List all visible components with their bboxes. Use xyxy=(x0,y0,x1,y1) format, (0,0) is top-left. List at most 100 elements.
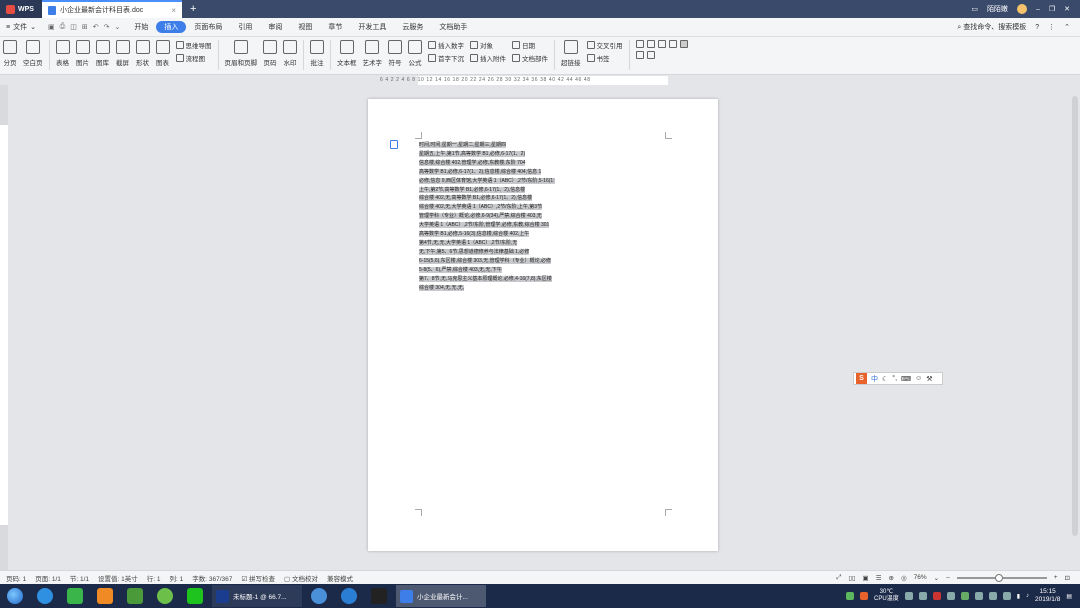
spell-check-toggle[interactable]: ☑ 拼写检查 xyxy=(241,573,275,583)
zoom-out-icon[interactable]: – xyxy=(946,574,950,581)
tab-section[interactable]: 章节 xyxy=(320,21,350,33)
new-tab-icon[interactable]: + xyxy=(190,3,196,15)
tab-review[interactable]: 审阅 xyxy=(260,21,290,33)
tray-icon[interactable] xyxy=(1002,592,1011,600)
taskbar-app-chrome[interactable] xyxy=(304,584,334,608)
tab-insert[interactable]: 插入 xyxy=(156,21,187,33)
vertical-ruler[interactable] xyxy=(0,85,8,570)
insert-attachment-button[interactable]: 插入附件 xyxy=(470,53,506,63)
comment-button[interactable]: 批注 xyxy=(307,40,327,67)
ime-toolbar[interactable]: S 中 ☾ °, ⌨ ☺ ⚒ xyxy=(853,372,943,385)
zoom-slider-thumb[interactable] xyxy=(994,573,1003,582)
minimize-icon[interactable]: – xyxy=(1036,6,1040,13)
wordart-button[interactable]: 艺术字 xyxy=(360,40,386,67)
fit-page-icon[interactable]: ⊡ xyxy=(1065,574,1070,582)
taskbar-app-ie[interactable] xyxy=(30,584,60,608)
web-view-icon[interactable]: ⊕ xyxy=(889,574,894,582)
tab-cloud[interactable]: 云服务 xyxy=(394,21,431,33)
symbol-button[interactable]: 符号 xyxy=(385,40,405,67)
user-name[interactable]: 陌陌嫩 xyxy=(987,4,1008,14)
tab-references[interactable]: 引用 xyxy=(230,21,260,33)
taskbar-app-player[interactable] xyxy=(60,584,90,608)
file-menu[interactable]: ≡ 文件 ⌄ xyxy=(0,22,42,32)
keyboard-icon[interactable]: ⌨ xyxy=(901,375,911,383)
fullscreen-icon[interactable]: ⤢ xyxy=(836,574,841,582)
blank-page-button[interactable]: 空白页 xyxy=(20,40,46,67)
status-row[interactable]: 行: 1 xyxy=(147,573,161,583)
more-icon[interactable]: ⋮ xyxy=(1048,23,1055,31)
layout-d-icon[interactable] xyxy=(668,40,677,48)
status-page-number[interactable]: 页码: 1 xyxy=(6,573,26,583)
taskbar-app-k[interactable] xyxy=(334,584,364,608)
close-tab-icon[interactable]: × xyxy=(171,6,176,15)
status-section[interactable]: 节: 1/1 xyxy=(70,573,89,583)
cpu-temp-widget[interactable]: 30℃ CPU温度 xyxy=(874,589,899,603)
mind-map-button[interactable]: 思维导图 xyxy=(175,40,212,50)
tray-icon[interactable] xyxy=(974,592,983,600)
save-icon[interactable]: ▣ xyxy=(48,23,55,31)
doc-check-toggle[interactable]: ▢ 文档校对 xyxy=(284,573,318,583)
picture-button[interactable]: 图片 xyxy=(73,40,93,67)
export-icon[interactable]: ⊞ xyxy=(82,23,88,31)
taskbar-app-sublime[interactable] xyxy=(90,584,120,608)
layout-e-icon[interactable] xyxy=(679,40,688,48)
taskbar-app-screen[interactable] xyxy=(364,584,394,608)
tab-developer[interactable]: 开发工具 xyxy=(350,21,394,33)
punctuation-icon[interactable]: °, xyxy=(892,375,897,382)
tray-icon[interactable] xyxy=(988,592,997,600)
notification-icon[interactable]: ▤ xyxy=(1066,593,1072,600)
zoom-in-icon[interactable]: + xyxy=(1054,574,1058,581)
print-icon[interactable]: ⎙ xyxy=(60,23,66,31)
eye-protect-icon[interactable]: ◎ xyxy=(901,574,907,582)
help-icon[interactable]: ? xyxy=(1035,24,1039,31)
hyperlink-button[interactable]: 超链接 xyxy=(558,40,584,67)
watermark-button[interactable]: 水印 xyxy=(280,40,300,67)
tray-icon[interactable] xyxy=(846,592,855,600)
taskbar-app-browser[interactable] xyxy=(150,584,180,608)
close-window-icon[interactable]: ✕ xyxy=(1064,5,1070,13)
zoom-level[interactable]: 76% xyxy=(914,574,927,581)
textbox-button[interactable]: 文本框 xyxy=(334,40,360,67)
page-number-button[interactable]: 页码 xyxy=(260,40,280,67)
layout-b-icon[interactable] xyxy=(646,40,655,48)
status-word-count[interactable]: 字数: 367/367 xyxy=(192,573,232,583)
undo-icon[interactable]: ↶ xyxy=(93,23,99,31)
tray-icon[interactable] xyxy=(932,592,941,600)
taskbar-app-dreamweaver[interactable] xyxy=(120,584,150,608)
preview-icon[interactable]: ◫ xyxy=(70,23,77,31)
user-icon[interactable]: ☺ xyxy=(915,375,922,382)
start-button[interactable] xyxy=(0,584,30,608)
redo-icon[interactable]: ↷ xyxy=(104,23,110,31)
shape-button[interactable]: 形状 xyxy=(133,40,153,67)
wrench-icon[interactable]: ⚒ xyxy=(926,375,932,383)
gallery-button[interactable]: 图库 xyxy=(93,40,113,67)
tab-doc-assistant[interactable]: 文档助手 xyxy=(431,21,475,33)
tray-icon[interactable] xyxy=(960,592,969,600)
bookmark-button[interactable]: 书签 xyxy=(586,53,623,63)
reading-view-icon[interactable]: ▯▯ xyxy=(848,574,855,582)
taskbar-task-photoshop[interactable]: 未标题-1 @ 66.7... xyxy=(212,585,302,607)
drop-cap-button[interactable]: 首字下沉 xyxy=(428,53,464,63)
chevron-down-icon[interactable]: ⌄ xyxy=(934,574,939,582)
tab-page-layout[interactable]: 页面布局 xyxy=(186,21,230,33)
zoom-slider[interactable] xyxy=(956,573,1047,582)
paragraph-handle-icon[interactable] xyxy=(390,140,398,149)
layout-f-icon[interactable] xyxy=(635,51,644,59)
table-button[interactable]: 表格 xyxy=(53,40,73,67)
tab-view[interactable]: 视图 xyxy=(290,21,320,33)
moon-icon[interactable]: ☾ xyxy=(882,375,888,383)
chart-button[interactable]: 图表 xyxy=(153,40,173,67)
collapse-ribbon-icon[interactable]: ⌃ xyxy=(1064,23,1070,31)
date-button[interactable]: 日期 xyxy=(512,40,548,50)
chevron-down-icon[interactable]: ⌄ xyxy=(114,23,120,31)
tray-icon[interactable] xyxy=(860,592,869,600)
page-break-button[interactable]: 分页 xyxy=(0,40,20,67)
taskbar-task-wps[interactable]: 小企业最新会计... xyxy=(396,585,486,607)
outline-view-icon[interactable]: ☰ xyxy=(876,574,882,582)
clock[interactable]: 15:15 2019/1/8 xyxy=(1035,588,1060,604)
layout-c-icon[interactable] xyxy=(657,40,666,48)
doc-parts-button[interactable]: 文档部件 xyxy=(512,53,548,63)
document-page[interactable]: 时间,时间,星期一,星期二,星期三,星期四 星期五,上午,第1节,高等数学 B1… xyxy=(368,99,718,551)
layout-g-icon[interactable] xyxy=(646,51,655,59)
flowchart-button[interactable]: 流程图 xyxy=(175,53,212,63)
